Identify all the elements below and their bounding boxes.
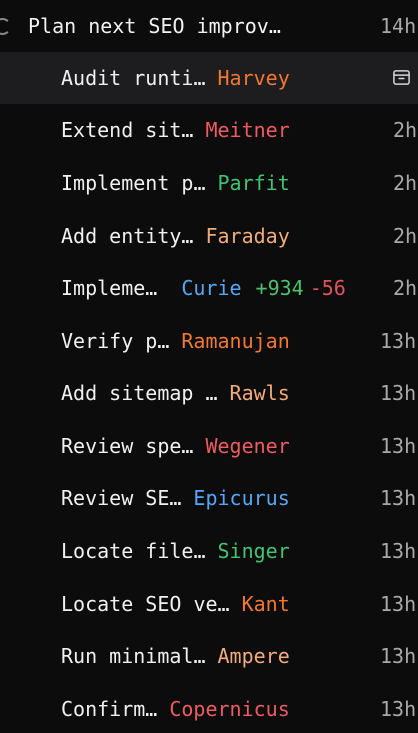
task-time: 13h: [380, 434, 417, 458]
task-row[interactable]: Locate SEO ve… Kant 13h: [0, 578, 418, 630]
agent-name: Curie: [181, 276, 242, 300]
task-time: 2h: [393, 276, 418, 300]
task-row[interactable]: Confirm… Copernicus 13h: [0, 683, 418, 733]
task-title: Locate SEO ve… Kant: [61, 592, 290, 616]
task-title: Confirm… Copernicus: [61, 697, 290, 721]
task-row[interactable]: Extend sit… Meitner 2h: [0, 104, 418, 156]
task-time: 2h: [393, 171, 418, 195]
task-title: Audit runti… Harvey: [61, 66, 290, 90]
task-row[interactable]: Add entity… Faraday 2h: [0, 210, 418, 262]
archive-icon[interactable]: [392, 68, 411, 87]
task-time: 2h: [393, 118, 418, 142]
task-row[interactable]: Review SE… Epicurus 13h: [0, 472, 418, 524]
task-time: 13h: [380, 697, 417, 721]
parent-task-row[interactable]: Plan next SEO improv… 14h: [0, 0, 418, 52]
agent-name: Parfit: [217, 171, 290, 195]
task-time: 13h: [380, 486, 417, 510]
task-title: Review SE… Epicurus: [61, 486, 290, 510]
agent-name: Wegener: [205, 434, 290, 458]
agent-name: Meitner: [205, 118, 290, 142]
task-row[interactable]: Add sitemap … Rawls 13h: [0, 367, 418, 419]
task-title: Implement p… Parfit: [61, 171, 290, 195]
loading-spinner-icon: [0, 18, 11, 35]
parent-task-time: 14h: [380, 14, 417, 38]
task-time: 2h: [393, 224, 418, 248]
task-row[interactable]: Locate file… Singer 13h: [0, 525, 418, 577]
task-time: 13h: [380, 539, 417, 563]
task-time: 13h: [380, 644, 417, 668]
task-row[interactable]: Run minimal… Ampere 13h: [0, 630, 418, 682]
agent-name: Harvey: [217, 66, 290, 90]
agent-name: Rawls: [229, 381, 290, 405]
task-title: Add sitemap … Rawls: [61, 381, 290, 405]
task-time: 13h: [380, 329, 417, 353]
agent-name: Singer: [217, 539, 290, 563]
agent-name: Faraday: [205, 224, 290, 248]
task-title: Add entity… Faraday: [61, 224, 290, 248]
agent-name: Kant: [241, 592, 290, 616]
task-time: 13h: [380, 592, 417, 616]
agent-name: Epicurus: [193, 486, 290, 510]
task-row[interactable]: Verify p… Ramanujan 13h: [0, 315, 418, 367]
task-row[interactable]: Audit runti… Harvey: [0, 52, 418, 104]
task-time: 13h: [380, 381, 417, 405]
agent-name: Ramanujan: [181, 329, 290, 353]
task-title: Review spe… Wegener: [61, 434, 290, 458]
agent-name: Copernicus: [169, 697, 290, 721]
task-title: Locate file… Singer: [61, 539, 290, 563]
task-row[interactable]: Review spe… Wegener 13h: [0, 420, 418, 472]
deletions-count: -56: [309, 276, 346, 300]
task-title: Run minimal… Ampere: [61, 644, 290, 668]
task-row[interactable]: Impleme… Curie +934 -56 2h: [0, 262, 418, 314]
agent-name: Ampere: [217, 644, 290, 668]
additions-count: +934: [255, 276, 304, 300]
parent-task-title: Plan next SEO improv…: [28, 14, 281, 38]
task-title: Extend sit… Meitner: [61, 118, 290, 142]
task-title: Impleme… Curie +934 -56: [61, 276, 346, 300]
task-title: Verify p… Ramanujan: [61, 329, 290, 353]
task-row[interactable]: Implement p… Parfit 2h: [0, 157, 418, 209]
